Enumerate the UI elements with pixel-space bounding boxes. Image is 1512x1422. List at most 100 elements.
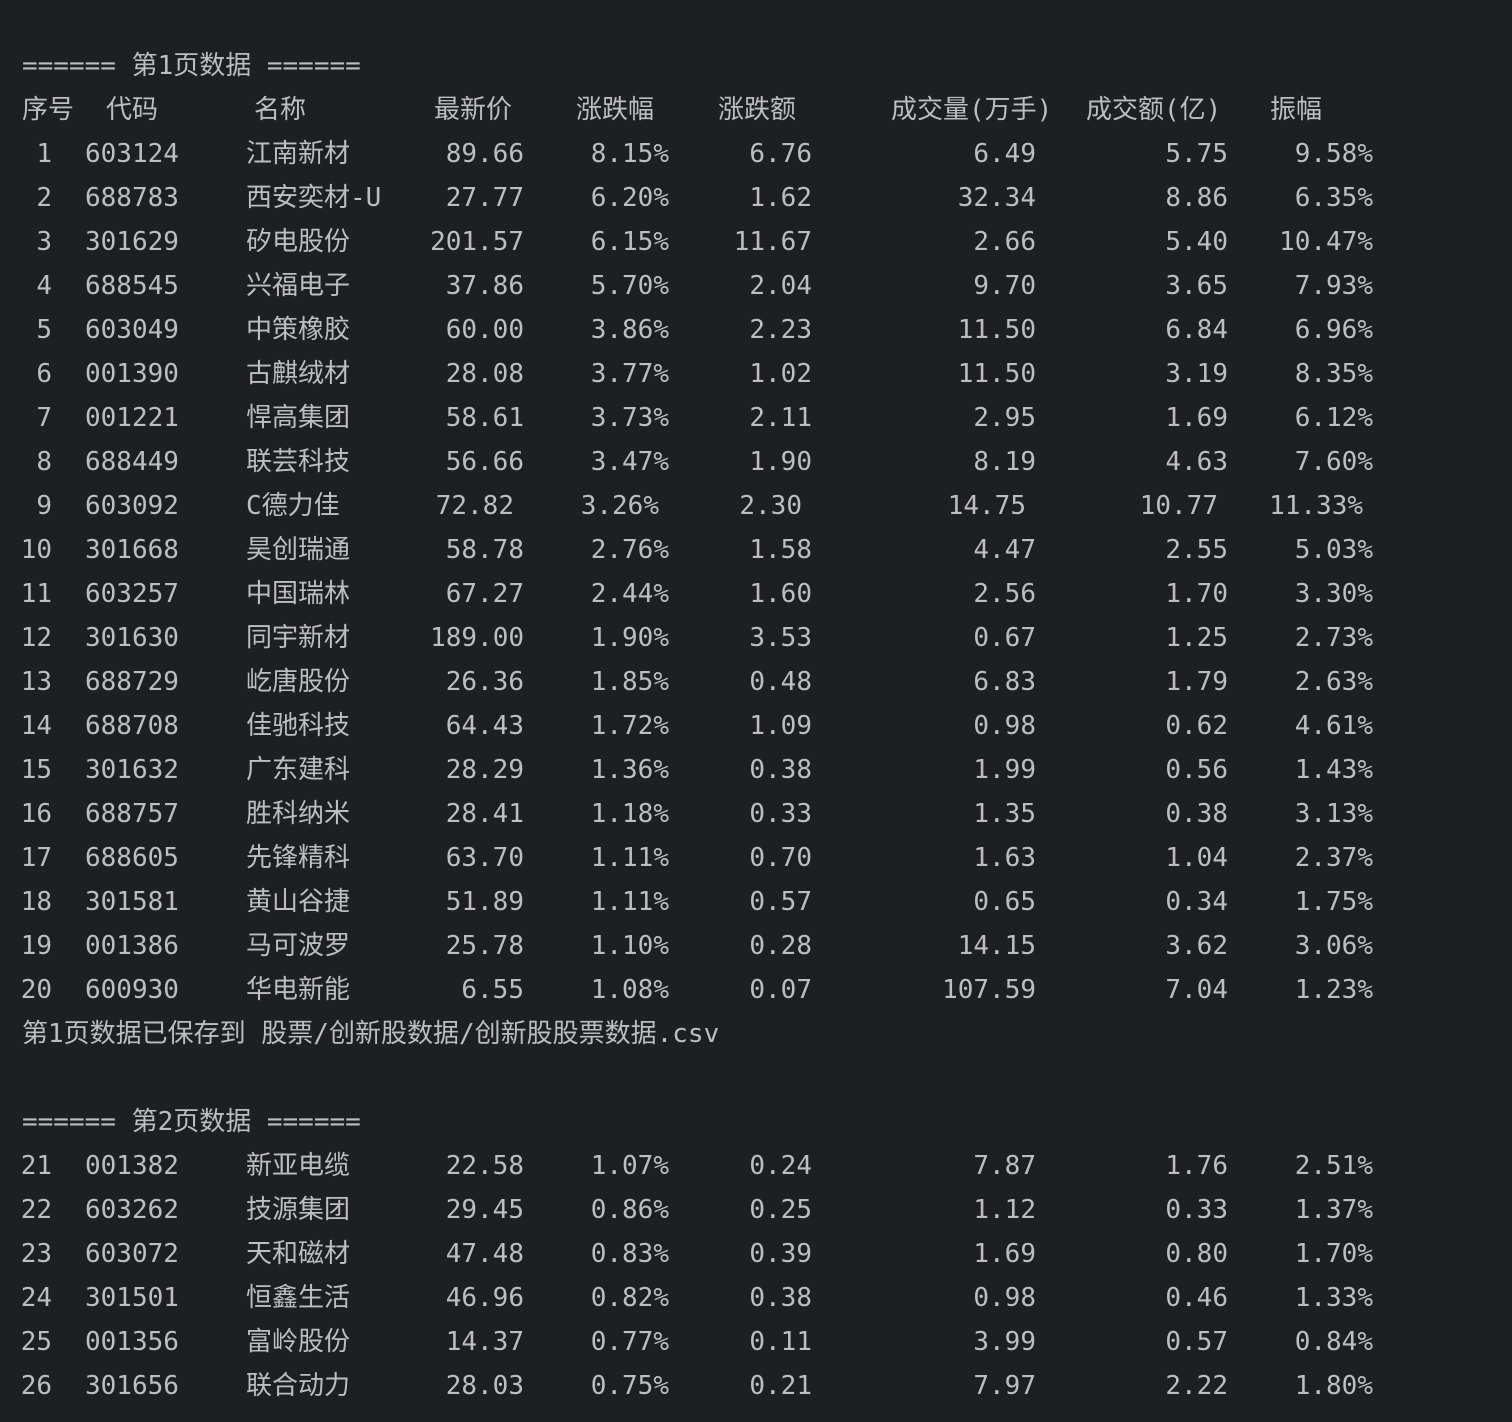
table-row: 9 603092 C德力佳 72.82 3.26% 2.30 14.75 10.77 11.33… xyxy=(0,484,1512,528)
row-index: 17 xyxy=(20,843,52,873)
row-name: 西安奕材-U xyxy=(246,183,382,213)
table-row: 15 301632 广东建科 28.29 1.36% 0.38 1.99 0.56 1.43% xyxy=(0,748,1512,792)
row-code: 603092 xyxy=(85,491,179,521)
row-index: 16 xyxy=(20,799,52,829)
row-name: 联芸科技 xyxy=(246,447,351,477)
row-code: 001382 xyxy=(85,1151,179,1181)
row-change-pct: 1.85% xyxy=(590,667,669,697)
row-code: 301668 xyxy=(85,535,179,565)
row-amplitude: 6.12% xyxy=(1294,403,1373,433)
row-change-amt: 11.67 xyxy=(733,227,812,257)
row-price: 27.77 xyxy=(445,183,524,213)
row-price: 28.03 xyxy=(445,1371,524,1401)
table-row: 6 001390 古麒绒材 28.08 3.77% 1.02 11.50 3.19 8.35% xyxy=(0,352,1512,396)
row-index: 15 xyxy=(20,755,52,785)
row-volume: 3.99 xyxy=(973,1327,1036,1357)
row-code: 603124 xyxy=(85,139,179,169)
row-amplitude: 2.51% xyxy=(1294,1151,1373,1181)
row-volume: 9.70 xyxy=(973,271,1036,301)
row-price: 28.08 xyxy=(445,359,524,389)
row-change-pct: 6.20% xyxy=(590,183,669,213)
row-change-pct: 1.07% xyxy=(590,1151,669,1181)
row-index: 7 xyxy=(36,403,52,433)
row-code: 301632 xyxy=(85,755,179,785)
row-code: 688545 xyxy=(85,271,179,301)
row-change-amt: 0.21 xyxy=(749,1371,812,1401)
table-row: 25 001356 富岭股份 14.37 0.77% 0.11 3.99 0.57 0.84% xyxy=(0,1320,1512,1364)
row-amplitude: 6.96% xyxy=(1294,315,1373,345)
row-index: 5 xyxy=(36,315,52,345)
row-amplitude: 2.63% xyxy=(1294,667,1373,697)
col-header-change-amt: 涨跌额 xyxy=(718,95,797,125)
row-change-amt: 0.39 xyxy=(749,1239,812,1269)
row-volume: 14.15 xyxy=(957,931,1036,961)
row-name: 黄山谷捷 xyxy=(246,887,351,917)
row-change-amt: 1.90 xyxy=(749,447,812,477)
row-name: 悍高集团 xyxy=(246,403,351,433)
page-2-header-line: ====== 第2页数据 ====== xyxy=(0,1100,1512,1144)
row-change-amt: 0.28 xyxy=(749,931,812,961)
row-change-amt: 2.11 xyxy=(749,403,812,433)
row-turnover: 0.38 xyxy=(1165,799,1228,829)
row-amplitude: 2.37% xyxy=(1294,843,1373,873)
row-volume: 8.19 xyxy=(973,447,1036,477)
table-row: 13 688729 屹唐股份 26.36 1.85% 0.48 6.83 1.79 2.63% xyxy=(0,660,1512,704)
row-price: 89.66 xyxy=(445,139,524,169)
row-change-amt: 1.62 xyxy=(749,183,812,213)
row-name: 恒鑫生活 xyxy=(246,1283,351,1313)
row-turnover: 3.19 xyxy=(1165,359,1228,389)
row-amplitude: 8.35% xyxy=(1294,359,1373,389)
row-price: 58.78 xyxy=(445,535,524,565)
table-row: 8 688449 联芸科技 56.66 3.47% 1.90 8.19 4.63 7.60% xyxy=(0,440,1512,484)
row-change-amt: 0.48 xyxy=(749,667,812,697)
row-turnover: 1.25 xyxy=(1165,623,1228,653)
table-row: 10 301668 昊创瑞通 58.78 2.76% 1.58 4.47 2.55 5.03% xyxy=(0,528,1512,572)
row-price: 22.58 xyxy=(445,1151,524,1181)
row-amplitude: 5.03% xyxy=(1294,535,1373,565)
page-2-header: ====== 第2页数据 ====== xyxy=(22,1107,361,1137)
row-change-pct: 8.15% xyxy=(590,139,669,169)
row-price: 58.61 xyxy=(445,403,524,433)
row-amplitude: 3.06% xyxy=(1294,931,1373,961)
table-row: 22 603262 技源集团 29.45 0.86% 0.25 1.12 0.33 1.37% xyxy=(0,1188,1512,1232)
row-volume: 1.63 xyxy=(973,843,1036,873)
row-volume: 32.34 xyxy=(957,183,1036,213)
row-change-pct: 3.73% xyxy=(590,403,669,433)
row-price: 25.78 xyxy=(445,931,524,961)
row-index: 22 xyxy=(20,1195,52,1225)
row-name: 富岭股份 xyxy=(246,1327,351,1357)
row-change-amt: 1.60 xyxy=(749,579,812,609)
row-code: 600930 xyxy=(85,975,179,1005)
row-price: 51.89 xyxy=(445,887,524,917)
row-amplitude: 1.70% xyxy=(1294,1239,1373,1269)
row-volume: 7.87 xyxy=(973,1151,1036,1181)
row-code: 688708 xyxy=(85,711,179,741)
row-index: 6 xyxy=(36,359,52,389)
table-row: 7 001221 悍高集团 58.61 3.73% 2.11 2.95 1.69 6.12% xyxy=(0,396,1512,440)
row-change-pct: 1.90% xyxy=(590,623,669,653)
row-turnover: 0.33 xyxy=(1165,1195,1228,1225)
table-row: 16 688757 胜科纳米 28.41 1.18% 0.33 1.35 0.38 3.13% xyxy=(0,792,1512,836)
row-change-pct: 3.77% xyxy=(590,359,669,389)
row-turnover: 0.46 xyxy=(1165,1283,1228,1313)
row-price: 67.27 xyxy=(445,579,524,609)
row-change-amt: 0.07 xyxy=(749,975,812,1005)
row-turnover: 8.86 xyxy=(1165,183,1228,213)
row-price: 28.29 xyxy=(445,755,524,785)
table-row: 3 301629 矽电股份 201.57 6.15% 11.67 2.66 5.40 10.47… xyxy=(0,220,1512,264)
table-row: 12 301630 同宇新材 189.00 1.90% 3.53 0.67 1.25 2.73% xyxy=(0,616,1512,660)
row-code: 301630 xyxy=(85,623,179,653)
row-change-pct: 1.08% xyxy=(590,975,669,1005)
row-amplitude: 3.30% xyxy=(1294,579,1373,609)
row-turnover: 3.65 xyxy=(1165,271,1228,301)
row-turnover: 2.22 xyxy=(1165,1371,1228,1401)
table-row: 5 603049 中策橡胶 60.00 3.86% 2.23 11.50 6.84 6.96% xyxy=(0,308,1512,352)
row-change-pct: 0.86% xyxy=(590,1195,669,1225)
save-message: 第1页数据已保存到 股票/创新股数据/创新股股票数据.csv xyxy=(22,1019,720,1049)
console-output[interactable]: ====== 第1页数据 ====== 序号 代码 名称 最新价 涨跌幅 涨跌额… xyxy=(0,0,1512,1422)
row-amplitude: 7.60% xyxy=(1294,447,1373,477)
row-change-pct: 3.26% xyxy=(580,491,659,521)
row-change-pct: 1.11% xyxy=(590,843,669,873)
row-price: 64.43 xyxy=(445,711,524,741)
table-row: 17 688605 先锋精科 63.70 1.11% 0.70 1.63 1.04 2.37% xyxy=(0,836,1512,880)
